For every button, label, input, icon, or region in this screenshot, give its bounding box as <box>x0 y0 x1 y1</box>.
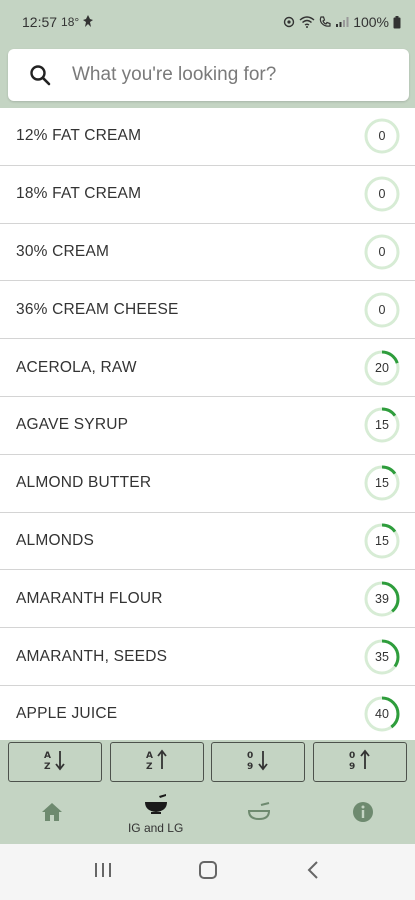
gi-value: 39 <box>375 591 389 606</box>
item-name: AMARANTH, SEEDS <box>16 647 168 665</box>
item-name: 12% FAT CREAM <box>16 127 142 145</box>
gi-value: 0 <box>378 302 386 317</box>
sort-numeric-ascending-icon: 0 9 <box>245 748 271 777</box>
location-icon <box>283 16 295 28</box>
list-item[interactable]: AMARANTH FLOUR 39 <box>0 570 415 629</box>
gi-badge: 15 <box>363 464 401 502</box>
sort-numeric-descending-icon: 0 9 <box>347 748 373 777</box>
home-square-icon <box>198 860 218 885</box>
gi-value: 0 <box>378 129 386 144</box>
nav-label-ig-lg: IG and LG <box>127 820 184 835</box>
item-name: AGAVE SYRUP <box>16 416 129 434</box>
item-name: AMARANTH FLOUR <box>16 589 163 607</box>
svg-text:Z: Z <box>44 762 51 772</box>
list-item[interactable]: ALMOND BUTTER 15 <box>0 455 415 513</box>
wifi-icon <box>299 16 315 28</box>
gi-value: 0 <box>378 244 386 259</box>
status-bar: 12:57 18° 100% <box>0 0 415 44</box>
sort-alpha-descending-icon: A Z <box>144 748 170 777</box>
battery-level: 100% <box>353 14 389 30</box>
item-name: 18% FAT CREAM <box>16 185 142 203</box>
list-item[interactable]: 18% FAT CREAM 0 <box>0 166 415 224</box>
sort-alpha-ascending-icon: A Z <box>42 748 68 777</box>
search-icon <box>8 49 72 101</box>
item-name: APPLE JUICE <box>16 705 118 723</box>
gi-badge: 0 <box>363 117 401 155</box>
dish-icon <box>247 801 271 827</box>
recents-button[interactable] <box>83 852 123 892</box>
gi-badge: 0 <box>363 291 401 329</box>
back-chevron-icon <box>306 860 320 885</box>
gi-badge: 40 <box>363 695 401 733</box>
search-header: What you're looking for? <box>0 44 415 108</box>
status-left: 12:57 18° <box>22 14 94 30</box>
gi-badge: 20 <box>363 349 401 387</box>
list-item[interactable]: AMARANTH, SEEDS 35 <box>0 628 415 686</box>
gi-badge: 15 <box>363 522 401 560</box>
food-list[interactable]: 12% FAT CREAM 0 18% FAT CREAM 0 30% CREAM 0 36… <box>0 108 415 740</box>
list-item[interactable]: 36% CREAM CHEESE 0 <box>0 281 415 340</box>
bottom-nav: IG and LG <box>0 784 415 844</box>
svg-text:9: 9 <box>247 762 253 772</box>
list-item[interactable]: 30% CREAM 0 <box>0 224 415 282</box>
gi-value: 15 <box>375 533 389 548</box>
info-icon <box>352 801 374 828</box>
list-item[interactable]: AGAVE SYRUP 15 <box>0 397 415 455</box>
sort-alpha-ascending-button[interactable]: A Z <box>8 742 102 782</box>
list-item[interactable]: 12% FAT CREAM 0 <box>0 108 415 166</box>
item-name: 30% CREAM <box>16 242 110 260</box>
gi-badge: 0 <box>363 233 401 271</box>
svg-text:9: 9 <box>349 762 355 772</box>
gi-value: 0 <box>378 187 386 202</box>
gi-badge: 39 <box>363 580 401 618</box>
svg-text:A: A <box>146 751 153 761</box>
bowl-icon <box>144 793 168 819</box>
nav-home[interactable] <box>0 784 104 844</box>
status-time: 12:57 <box>22 14 58 30</box>
svg-text:A: A <box>44 751 51 761</box>
search-placeholder: What you're looking for? <box>72 64 277 85</box>
nav-ig-lg[interactable]: IG and LG <box>104 784 208 844</box>
nav-info[interactable] <box>311 784 415 844</box>
gi-value: 35 <box>375 649 389 664</box>
signal-icon <box>335 16 349 28</box>
system-nav <box>0 844 415 900</box>
status-temperature: 18° <box>61 15 80 29</box>
list-item[interactable]: ACEROLA, RAW 20 <box>0 339 415 397</box>
home-icon <box>41 802 63 827</box>
item-name: ALMOND BUTTER <box>16 474 152 492</box>
item-name: 36% CREAM CHEESE <box>16 300 179 318</box>
gi-value: 20 <box>375 360 389 375</box>
gi-badge: 15 <box>363 406 401 444</box>
call-icon <box>319 16 331 28</box>
item-name: ALMONDS <box>16 531 95 549</box>
battery-icon <box>393 15 401 29</box>
svg-text:0: 0 <box>349 751 355 761</box>
sort-bar: A Z A Z 0 9 0 9 <box>0 740 415 784</box>
back-button[interactable] <box>293 852 333 892</box>
gi-badge: 0 <box>363 175 401 213</box>
status-right: 100% <box>283 14 401 30</box>
gi-badge: 35 <box>363 638 401 676</box>
nav-dish[interactable] <box>208 784 312 844</box>
recents-icon <box>93 861 113 884</box>
notification-icon <box>83 14 94 30</box>
sort-numeric-descending-button[interactable]: 0 9 <box>312 742 407 782</box>
svg-text:0: 0 <box>247 751 253 761</box>
gi-value: 40 <box>375 707 389 722</box>
svg-text:Z: Z <box>146 762 153 772</box>
list-item[interactable]: APPLE JUICE 40 <box>0 686 415 740</box>
gi-value: 15 <box>375 476 389 491</box>
list-item[interactable]: ALMONDS 15 <box>0 513 415 571</box>
gi-value: 15 <box>375 418 389 433</box>
home-system-button[interactable] <box>188 852 228 892</box>
sort-alpha-descending-button[interactable]: A Z <box>109 742 204 782</box>
item-name: ACEROLA, RAW <box>16 358 137 376</box>
sort-numeric-ascending-button[interactable]: 0 9 <box>211 742 306 782</box>
search-input[interactable]: What you're looking for? <box>8 49 409 101</box>
